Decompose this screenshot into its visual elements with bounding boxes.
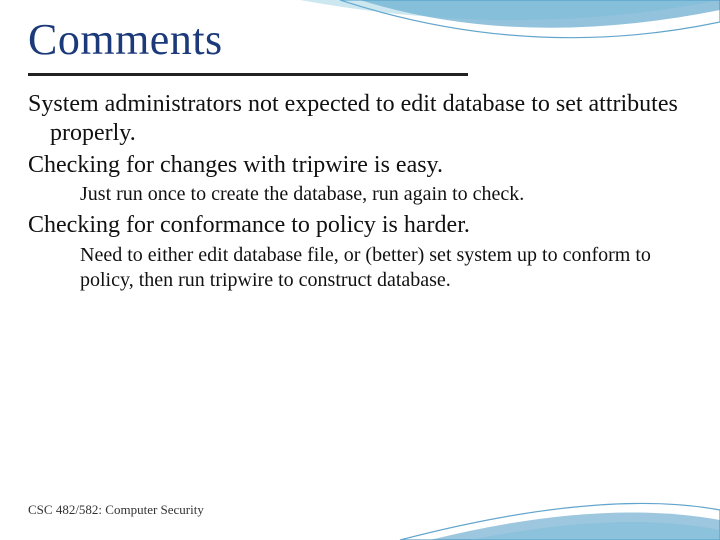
slide-footer: CSC 482/582: Computer Security <box>28 502 204 518</box>
slide-body: System administrators not expected to ed… <box>28 90 692 294</box>
bullet-level2: Just run once to create the database, ru… <box>80 182 692 208</box>
bullet-level1: Checking for changes with tripwire is ea… <box>28 151 692 180</box>
slide-title: Comments <box>28 14 692 65</box>
bullet-level1: Checking for conformance to policy is ha… <box>28 211 692 240</box>
slide-container: Comments System administrators not expec… <box>0 0 720 540</box>
bullet-level2: Need to either edit database file, or (b… <box>80 243 692 294</box>
title-underline <box>28 73 468 76</box>
bullet-level1: System administrators not expected to ed… <box>28 90 692 149</box>
